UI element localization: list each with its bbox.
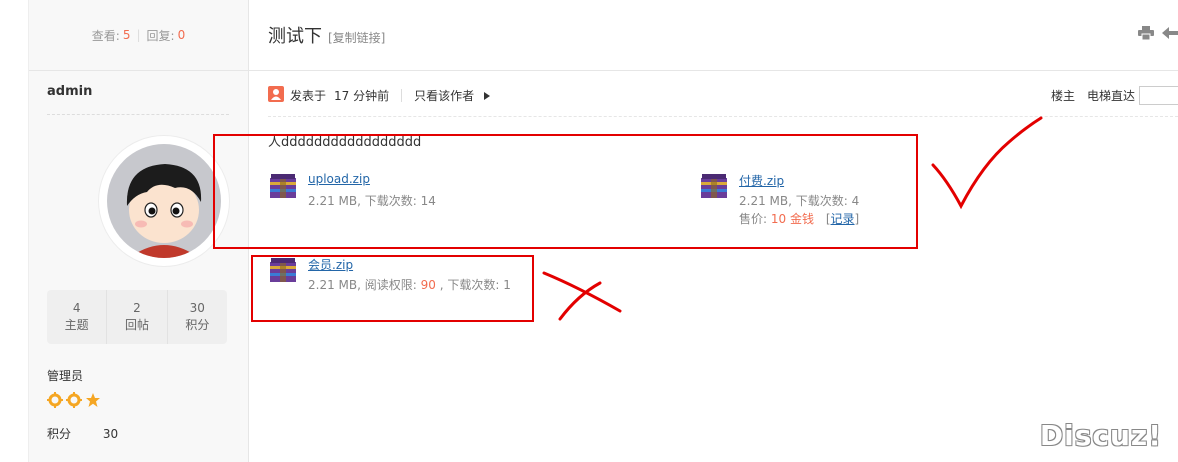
thread-stats: 查看: 5 | 回复: 0 <box>29 0 248 71</box>
checkmark-annotation <box>931 116 1043 210</box>
thread-title-row: 测试下 [复制链接] <box>268 22 385 48</box>
back-arrow-icon[interactable] <box>1162 26 1178 43</box>
sun-icon <box>66 392 82 411</box>
cross-annotation <box>542 271 622 321</box>
author-counts: 4 主题 2 回帖 30 积分 <box>47 290 227 344</box>
print-icon[interactable] <box>1138 26 1154 43</box>
floor-nav: 楼主 电梯直达 <box>1051 86 1178 105</box>
count-label: 积分 <box>185 318 210 332</box>
floor-label: 楼主 <box>1050 89 1075 103</box>
rank-stars <box>47 392 101 411</box>
count-points[interactable]: 30 积分 <box>166 290 227 344</box>
sun-icon <box>47 392 63 411</box>
count-label: 回帖 <box>124 318 149 332</box>
copy-link-button[interactable]: [复制链接] <box>328 29 385 46</box>
views-label: 查看: <box>91 28 120 43</box>
count-value: 4 <box>72 301 81 315</box>
page-margin <box>0 0 28 462</box>
count-threads[interactable]: 4 主题 <box>47 290 106 344</box>
count-label: 主题 <box>64 318 89 332</box>
only-author-link[interactable]: 只看该作者 <box>414 87 474 104</box>
star-icon <box>85 392 101 411</box>
count-posts[interactable]: 2 回帖 <box>106 290 166 344</box>
count-value: 2 <box>133 301 141 315</box>
author-username[interactable]: admin <box>47 84 92 99</box>
page-title: 测试下 <box>268 26 322 47</box>
points-label: 积分 <box>47 427 72 441</box>
points-row: 积分 30 <box>47 425 118 442</box>
user-icon <box>268 86 284 105</box>
annotation-box-wrong <box>251 255 534 322</box>
post-meta: 发表于 17 分钟前 只看该作者 <box>268 86 491 105</box>
divider <box>248 70 1178 71</box>
count-value: 30 <box>189 301 205 315</box>
annotation-box-correct <box>213 134 918 249</box>
posted-time: 17 分钟前 <box>334 89 390 103</box>
points-value: 30 <box>102 427 119 441</box>
jump-label: 电梯直达 <box>1086 89 1135 103</box>
divider <box>401 89 403 102</box>
play-triangle-icon[interactable] <box>484 89 491 103</box>
avatar[interactable] <box>99 136 229 266</box>
divider <box>47 114 229 115</box>
replies-count: 0 <box>177 28 186 42</box>
discuz-watermark: Discuz! <box>1039 419 1162 452</box>
views-count: 5 <box>122 28 131 42</box>
floor-jump-input[interactable] <box>1139 86 1178 105</box>
stats-separator: | <box>136 28 141 42</box>
replies-label: 回复: <box>146 28 175 43</box>
posted-prefix: 发表于 <box>290 89 327 103</box>
user-group[interactable]: 管理员 <box>47 367 83 384</box>
